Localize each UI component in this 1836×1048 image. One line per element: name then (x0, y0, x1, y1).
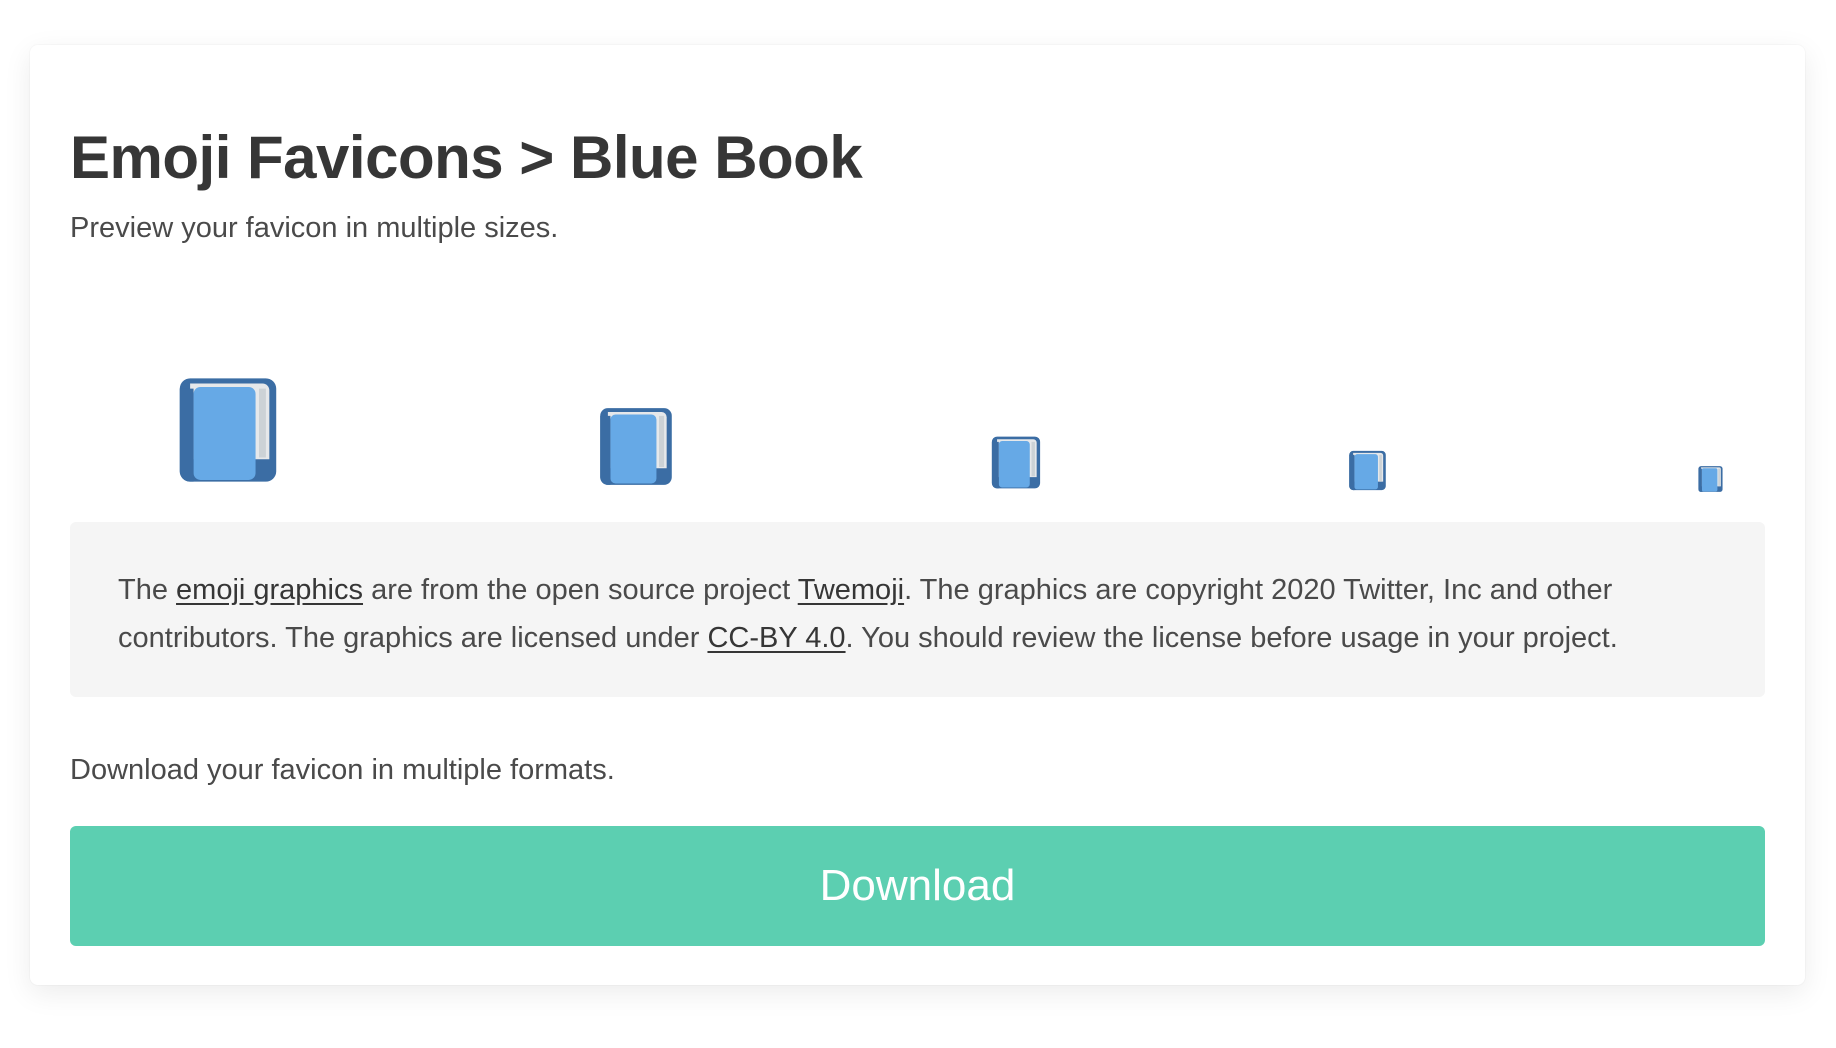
download-button[interactable]: Download (70, 826, 1765, 946)
page-title: Emoji Favicons > Blue Book (70, 124, 863, 191)
notice-text: are from the open source project (363, 574, 798, 606)
license-link[interactable]: CC-BY 4.0 (707, 622, 845, 654)
preview-description: Preview your favicon in multiple sizes. (70, 212, 559, 244)
emoji-graphics-link[interactable]: emoji graphics (176, 574, 363, 606)
blue-book-icon (179, 378, 277, 482)
notice-text: The (118, 574, 177, 606)
favicon-card: Emoji Favicons > Blue Book Preview your … (30, 45, 1805, 985)
twemoji-link[interactable]: Twemoji (798, 574, 904, 606)
download-description: Download your favicon in multiple format… (70, 754, 615, 786)
blue-book-icon (991, 436, 1041, 489)
blue-book-icon (600, 408, 672, 485)
favicon-previews (70, 315, 1765, 495)
license-notice: The emoji graphics are from the open sou… (70, 522, 1765, 697)
notice-text: . You should review the license before u… (845, 622, 1618, 654)
blue-book-icon (1698, 466, 1723, 492)
blue-book-icon (1349, 450, 1386, 491)
